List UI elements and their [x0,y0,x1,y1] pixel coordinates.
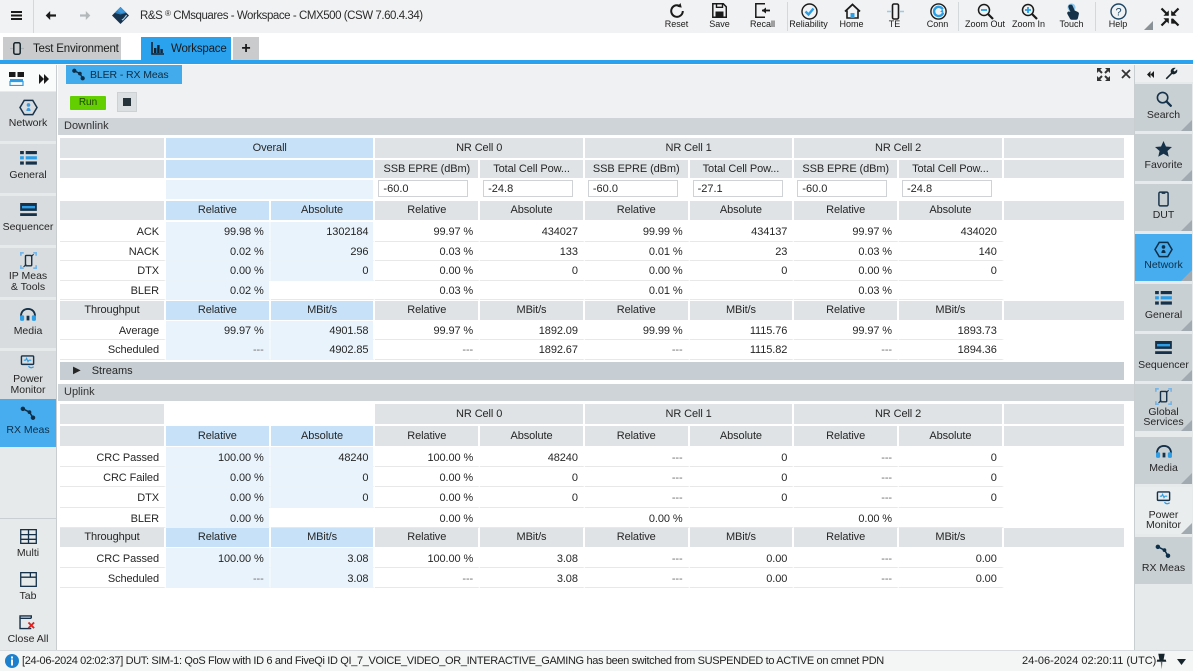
svg-text:?: ? [1115,7,1121,19]
